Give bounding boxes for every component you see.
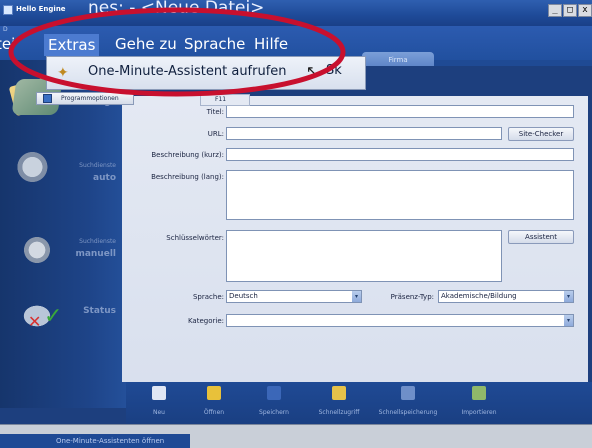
programmoptionen-label: Programmoptionen [61, 95, 119, 102]
window-controls: _ □ x [548, 4, 592, 18]
neu-label: Neu [153, 409, 165, 416]
chevron-down-icon: ▾ [352, 291, 361, 302]
menu-extras[interactable]: Extras [44, 34, 100, 56]
praesenz-typ-select[interactable]: Akademische/Bildung ▾ [438, 290, 574, 303]
kategorie-select[interactable]: ▾ [226, 314, 574, 327]
sidebar-item-label-line2: manuell [75, 249, 116, 259]
speichern-label: Speichern [259, 409, 289, 416]
checkmark-icon: ✓ [44, 304, 63, 329]
schluesselwoerter-label: Schlüsselwörter: [166, 234, 224, 242]
sidebar-item-status[interactable]: ✕ ✓ Status [10, 290, 120, 340]
site-checker-button[interactable]: Site-Checker [508, 127, 574, 141]
window-title: nes: - <Neue Datei> [88, 0, 265, 18]
url-field[interactable] [226, 127, 502, 140]
menu-item-one-minute-assistent[interactable]: One-Minute-Assistent aufrufen [88, 64, 287, 79]
window-title-small: Hello Engine [16, 5, 66, 13]
import-icon [472, 386, 486, 400]
close-button[interactable]: x [578, 4, 592, 17]
titel-label: Titel: [206, 108, 224, 116]
menu-corner-label: D [3, 26, 8, 33]
menu-item-partial: Sk [326, 63, 342, 78]
menu-datei[interactable]: tei [0, 35, 15, 53]
titel-field[interactable] [226, 105, 574, 118]
sprache-value: Deutsch [229, 292, 258, 300]
menu-item-programmoptionen[interactable]: Programmoptionen [36, 92, 134, 105]
quick-save-icon [401, 386, 415, 400]
oeffnen-label: Öffnen [203, 409, 225, 416]
form-panel: Titel: URL: Site-Checker Beschreibung (k… [122, 96, 588, 382]
app-icon [3, 5, 13, 15]
magic-wand-icon: ✦ [57, 65, 69, 81]
chevron-down-icon: ▾ [564, 291, 573, 302]
status-icon: ✕ ✓ [14, 298, 63, 334]
sidebar-item-label-line1: Suchdienste [79, 238, 116, 245]
schnellspeicherung-button[interactable]: Schnellspeicherung [376, 386, 440, 422]
beschreibung-lang-label: Beschreibung (lang): [151, 173, 224, 181]
hand-gear-icon [14, 232, 60, 268]
new-document-icon [152, 386, 166, 400]
praesenz-typ-value: Akademische/Bildung [441, 292, 517, 300]
quick-access-icon [332, 386, 346, 400]
options-icon [43, 94, 52, 103]
minimize-button[interactable]: _ [548, 4, 562, 17]
assistent-button[interactable]: Assistent [508, 230, 574, 244]
sidebar-item-suchdienste-manuell[interactable]: Suchdienste manuell [10, 228, 120, 278]
importieren-label: Importieren [461, 409, 497, 416]
bottom-toolbar: Neu Öffnen Speichern Schnellzugriff Schn… [126, 382, 592, 424]
sprache-select[interactable]: Deutsch ▾ [226, 290, 362, 303]
cross-icon: ✕ [28, 312, 42, 331]
sidebar-item-label: Suchdienste manuell [75, 235, 116, 260]
beschreibung-lang-field[interactable] [226, 170, 574, 220]
menu-bar: D tei Extras Gehe zu Sprache Hilfe [0, 26, 592, 60]
speichern-button[interactable]: Speichern [254, 386, 294, 422]
sidebar-item-label-line2: auto [93, 173, 116, 183]
menu-shortcut-hint: F11 [200, 94, 250, 106]
schnellzugriff-button[interactable]: Schnellzugriff [314, 386, 364, 422]
sidebar-item-suchdienste-auto[interactable]: Suchdienste auto [10, 145, 120, 195]
menu-hilfe[interactable]: Hilfe [254, 35, 288, 53]
url-label: URL: [207, 130, 224, 138]
tab-firma[interactable]: Firma [362, 52, 434, 66]
application-window: Hello Engine nes: - <Neue Datei> _ □ x D… [0, 0, 592, 448]
chevron-down-icon: ▾ [564, 315, 573, 326]
save-icon [267, 386, 281, 400]
status-bar: One-Minute-Assistenten öffnen [0, 424, 592, 448]
sidebar-item-label: Status [83, 306, 116, 316]
gears-icon [14, 149, 60, 185]
oeffnen-button[interactable]: Öffnen [196, 386, 232, 422]
status-text: One-Minute-Assistenten öffnen [0, 434, 190, 448]
sidebar-item-label-line1: Suchdienste [79, 162, 116, 169]
neu-button[interactable]: Neu [144, 386, 174, 422]
kategorie-label: Kategorie: [187, 317, 224, 325]
mouse-cursor-icon: ↖ [306, 62, 319, 80]
schnellzugriff-label: Schnellzugriff [318, 409, 360, 416]
importieren-button[interactable]: Importieren [456, 386, 502, 422]
beschreibung-kurz-label: Beschreibung (kurz): [151, 151, 224, 159]
praesenz-typ-label: Präsenz-Typ: [390, 293, 434, 301]
maximize-button[interactable]: □ [563, 4, 577, 17]
open-folder-icon [207, 386, 221, 400]
beschreibung-kurz-field[interactable] [226, 148, 574, 161]
schluesselwoerter-field[interactable] [226, 230, 502, 282]
title-bar: Hello Engine nes: - <Neue Datei> _ □ x [0, 0, 592, 26]
schnellspeicherung-label: Schnellspeicherung [378, 409, 438, 416]
menu-sprache[interactable]: Sprache [184, 35, 245, 53]
sprache-label: Sprache: [192, 293, 224, 301]
menu-gehe-zu[interactable]: Gehe zu [115, 35, 177, 53]
sidebar-item-label: Suchdienste auto [79, 159, 116, 184]
